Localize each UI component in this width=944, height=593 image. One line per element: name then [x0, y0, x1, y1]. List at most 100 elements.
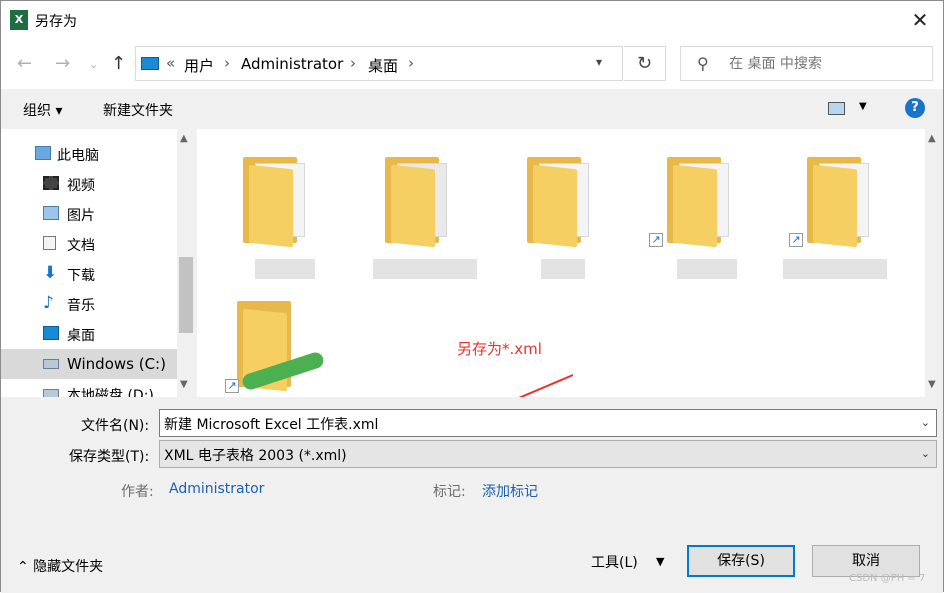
folder-item[interactable]: ↗ — [225, 293, 326, 393]
blurred-label — [255, 259, 315, 279]
address-bar[interactable]: « 用户 › Administrator › 桌面 › ▾ — [135, 46, 623, 81]
blurred-label — [541, 259, 585, 279]
watermark: CSDN @PH = 7 — [849, 573, 926, 584]
recent-locations-chevron-icon[interactable]: ⌄ — [89, 58, 98, 71]
shortcut-arrow-icon: ↗ — [649, 233, 663, 247]
folder-front — [249, 164, 293, 248]
organize-menu[interactable]: 组织 ▾ — [23, 100, 62, 120]
refresh-icon: ↻ — [636, 53, 653, 74]
breadcrumb-overflow[interactable]: « — [166, 54, 175, 72]
address-row: ← → ⌄ ↑ « 用户 › Administrator › 桌面 › ▾ ↻ … — [1, 39, 943, 89]
file-list: ↗ ↗ ↗ — [197, 129, 925, 397]
filename-label: 文件名(N): — [81, 418, 150, 434]
chevron-down-icon[interactable]: ⌄ — [921, 416, 930, 429]
nav-item-label: 音乐 — [67, 298, 95, 314]
music-icon: ♪ — [43, 293, 54, 313]
nav-item-label: 此电脑 — [57, 148, 99, 164]
chevron-down-icon[interactable]: ⌄ — [921, 447, 930, 460]
navigation-pane: 此电脑 视频 图片 文档 ⬇ 下载 ♪ 音乐 桌面 Windows (C:) 本… — [1, 129, 181, 397]
pc-icon — [35, 146, 51, 160]
add-tags-link[interactable]: 添加标记 — [482, 481, 538, 501]
command-toolbar: 组织 ▾ 新建文件夹 ▼ ? — [1, 89, 943, 129]
view-options-icon[interactable] — [828, 102, 845, 115]
nav-item-this-pc[interactable]: 此电脑 — [1, 139, 177, 169]
title-bar: X 另存为 ✕ — [1, 1, 943, 39]
scroll-up-icon[interactable]: ▲ — [180, 133, 188, 144]
file-type-select[interactable]: XML 电子表格 2003 (*.xml) ⌄ — [159, 440, 937, 468]
blurred-label — [783, 259, 887, 279]
folder-item[interactable] — [523, 149, 603, 248]
address-dropdown-icon[interactable]: ▾ — [596, 55, 602, 69]
annotation-text: 另存为*.xml — [457, 340, 542, 358]
nav-item-label: 桌面 — [67, 328, 95, 344]
blurred-label — [373, 259, 477, 279]
author-label: 作者: — [121, 484, 154, 500]
help-icon[interactable]: ? — [905, 98, 925, 118]
breadcrumb-separator-icon[interactable]: › — [224, 54, 230, 72]
folder-item[interactable] — [239, 149, 319, 248]
drive-icon — [43, 359, 59, 369]
video-icon — [43, 176, 59, 190]
files-scrollbar[interactable]: ▲ ▼ — [925, 129, 943, 397]
nav-item-label: Windows (C:) — [67, 355, 166, 373]
tags-label: 标记: — [433, 484, 466, 500]
nav-item-music[interactable]: ♪ 音乐 — [1, 289, 177, 319]
search-box[interactable]: ⚲ — [680, 46, 933, 81]
filename-field[interactable]: 新建 Microsoft Excel 工作表.xml ⌄ — [159, 409, 937, 437]
scroll-up-icon[interactable]: ▲ — [928, 133, 936, 144]
nav-item-label: 下载 — [67, 268, 95, 284]
nav-item-documents[interactable]: 文档 — [1, 229, 177, 259]
nav-item-label: 视频 — [67, 178, 95, 194]
save-as-dialog: X 另存为 ✕ ← → ⌄ ↑ « 用户 › Administrator › 桌… — [0, 0, 944, 593]
view-dropdown-icon[interactable]: ▼ — [859, 101, 867, 112]
search-icon: ⚲ — [697, 54, 709, 73]
shortcut-arrow-icon: ↗ — [225, 379, 239, 393]
nav-item-desktop[interactable]: 桌面 — [1, 319, 177, 349]
hide-folders-toggle[interactable]: ⌃ 隐藏文件夹 — [17, 556, 103, 576]
drive-icon — [43, 389, 59, 397]
tools-dropdown-icon[interactable]: ▼ — [656, 555, 664, 568]
download-icon: ⬇ — [43, 263, 58, 283]
breadcrumb-separator-icon[interactable]: › — [408, 54, 414, 72]
nav-item-pictures[interactable]: 图片 — [1, 199, 177, 229]
close-button[interactable]: ✕ — [897, 1, 943, 39]
desktop-icon — [43, 326, 59, 340]
save-options-panel: 文件名(N): 新建 Microsoft Excel 工作表.xml ⌄ 保存类… — [1, 397, 943, 593]
image-icon — [43, 206, 59, 220]
back-arrow-icon[interactable]: ← — [17, 53, 32, 74]
breadcrumb-desktop[interactable]: 桌面 — [368, 55, 398, 76]
nav-item-drive-c[interactable]: Windows (C:) — [1, 349, 177, 379]
folder-item[interactable]: ↗ — [649, 149, 743, 248]
pc-icon — [141, 57, 159, 70]
forward-arrow-icon[interactable]: → — [55, 53, 70, 74]
filename-value[interactable]: 新建 Microsoft Excel 工作表.xml — [164, 414, 378, 434]
author-value[interactable]: Administrator — [169, 481, 264, 497]
file-type-label: 保存类型(T): — [69, 449, 150, 465]
nav-item-videos[interactable]: 视频 — [1, 169, 177, 199]
folder-front — [673, 164, 717, 248]
nav-scrollbar[interactable]: ▲ ▼ — [177, 129, 195, 397]
window-title: 另存为 — [35, 14, 77, 30]
nav-item-label: 本地磁盘 (D:) — [67, 388, 154, 397]
shortcut-arrow-icon: ↗ — [789, 233, 803, 247]
excel-icon: X — [10, 10, 28, 30]
nav-item-label: 文档 — [67, 238, 95, 254]
search-input[interactable] — [729, 54, 919, 74]
folder-item[interactable]: ↗ — [789, 149, 883, 248]
scroll-down-icon[interactable]: ▼ — [928, 379, 936, 390]
folder-item[interactable] — [381, 149, 461, 248]
new-folder-button[interactable]: 新建文件夹 — [103, 100, 173, 120]
tools-menu[interactable]: 工具(L) — [591, 552, 638, 572]
folder-front — [391, 164, 435, 248]
save-button[interactable]: 保存(S) — [687, 545, 795, 577]
scroll-down-icon[interactable]: ▼ — [180, 379, 188, 390]
nav-item-downloads[interactable]: ⬇ 下载 — [1, 259, 177, 289]
refresh-button[interactable]: ↻ — [624, 46, 666, 81]
up-arrow-icon[interactable]: ↑ — [111, 53, 126, 74]
breadcrumb-users[interactable]: 用户 — [184, 55, 214, 76]
breadcrumb-administrator[interactable]: Administrator — [241, 55, 343, 73]
scrollbar-thumb[interactable] — [179, 257, 193, 333]
nav-item-drive-d[interactable]: 本地磁盘 (D:) — [1, 379, 177, 397]
breadcrumb-separator-icon[interactable]: › — [350, 54, 356, 72]
blurred-label — [677, 259, 737, 279]
